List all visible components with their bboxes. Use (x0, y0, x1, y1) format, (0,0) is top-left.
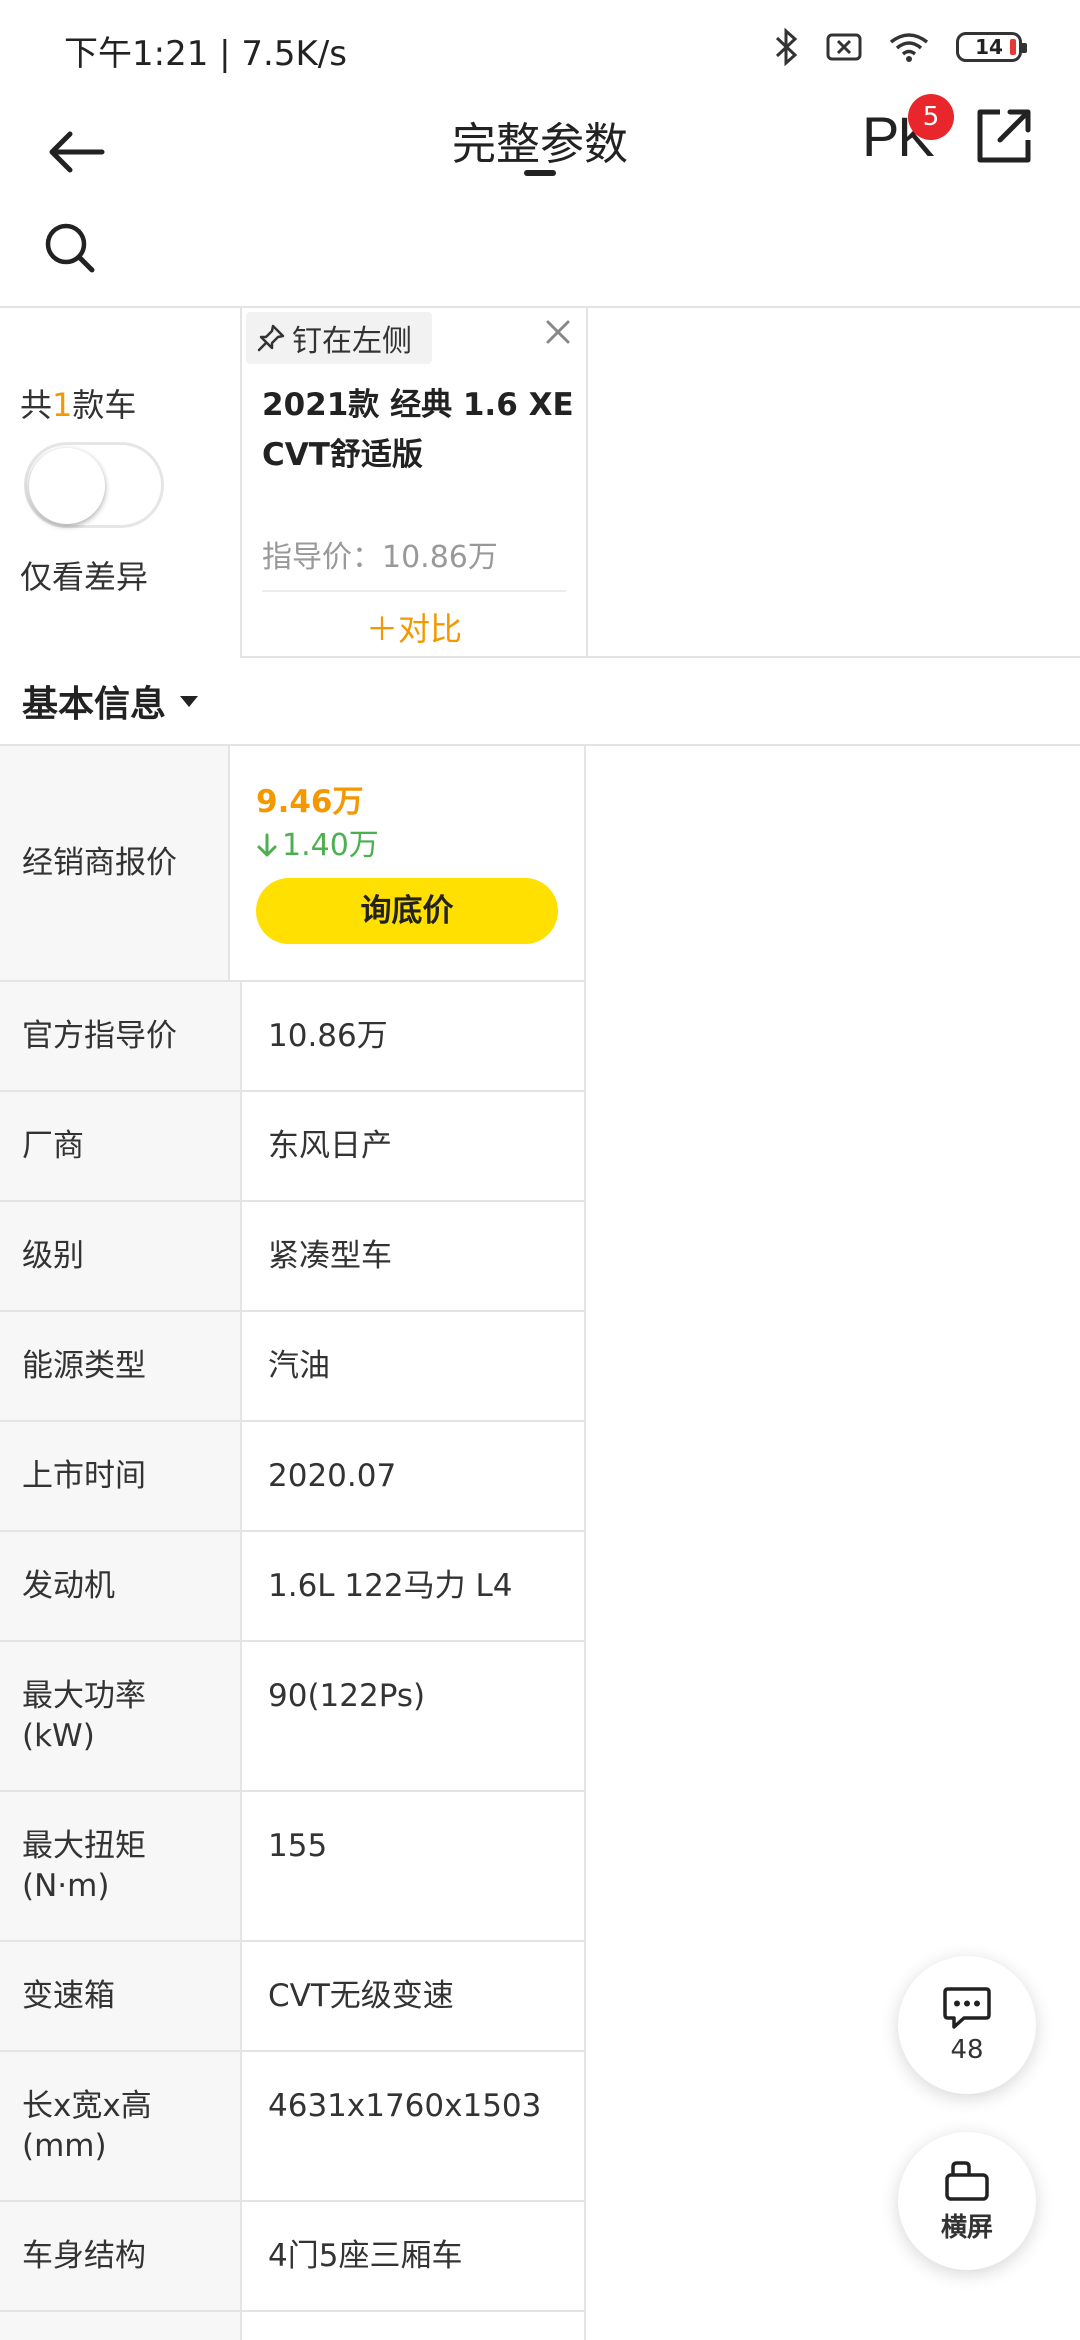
table-row: 官方指导价 10.86万 (0, 982, 586, 1092)
param-label: 官方指导价 (0, 982, 242, 1090)
param-label: 级别 (0, 1202, 242, 1310)
section-header-basic-info[interactable]: 基本信息 (0, 658, 1080, 746)
table-row: 上市时间 2020.07 (0, 1422, 586, 1532)
table-row: 车身结构 4门5座三厢车 (0, 2202, 586, 2312)
param-value: 90(122Ps) (242, 1642, 586, 1790)
table-row: 经销商报价 9.46万 1.40万 询底价 (0, 746, 586, 982)
table-row: 能源类型 汽油 (0, 1312, 586, 1422)
landscape-button[interactable]: 横屏 (898, 2132, 1036, 2270)
status-bar: 下午1:21 | 7.5K/s 14 (0, 0, 1080, 96)
pin-left-button[interactable]: 钉在左侧 (246, 312, 432, 364)
table-row (0, 2312, 586, 2340)
param-value: 2020.07 (242, 1422, 586, 1530)
param-label: 变速箱 (0, 1942, 242, 2050)
param-value: 1.6L 122马力 L4 (242, 1532, 586, 1640)
param-label: 发动机 (0, 1532, 242, 1640)
param-label: 厂商 (0, 1092, 242, 1200)
search-button[interactable] (40, 218, 104, 282)
param-label (0, 2312, 242, 2340)
param-value: 10.86万 (242, 982, 586, 1090)
chat-bubble-icon (943, 1987, 991, 2029)
diff-only-label: 仅看差异 (20, 558, 149, 596)
dealer-price: 9.46万 (256, 784, 364, 820)
param-value: 4门5座三厢车 (242, 2202, 586, 2310)
section-title: 基本信息 (22, 684, 167, 725)
param-label: 能源类型 (0, 1312, 242, 1420)
pk-button[interactable]: PK 5 (858, 94, 968, 190)
param-label: 车身结构 (0, 2202, 242, 2310)
param-value: 东风日产 (242, 1092, 586, 1200)
price-drop: 1.40万 (256, 826, 379, 866)
table-row: 长x宽x高(mm) 4631x1760x1503 (0, 2052, 586, 2202)
arrow-down-icon (257, 833, 277, 857)
compare-controls: 共1款车 仅看差异 (0, 308, 242, 658)
search-icon (45, 223, 95, 273)
table-row: 变速箱 CVT无级变速 (0, 1942, 586, 2052)
param-label: 长x宽x高(mm) (0, 2052, 242, 2200)
share-external-icon (977, 109, 1031, 163)
ask-lowest-price-button[interactable]: 询底价 (256, 878, 558, 944)
comments-button[interactable]: 48 (898, 1956, 1036, 2094)
param-value: 155 (242, 1792, 586, 1940)
add-compare-button[interactable]: ＋对比 (242, 604, 586, 650)
param-table: 经销商报价 9.46万 1.40万 询底价 官方指导价 10.86万 厂商 东风… (0, 746, 586, 2340)
compare-header: 共1款车 仅看差异 钉在左侧 2021款 经典 1.6 XE CVT舒适版 指导… (0, 306, 1080, 658)
comment-count: 48 (950, 2035, 984, 2065)
pin-left-label: 钉在左侧 (292, 324, 412, 359)
diff-only-toggle[interactable] (24, 442, 164, 528)
caret-down-icon (180, 695, 199, 707)
share-button[interactable] (972, 104, 1036, 168)
toggle-knob (29, 448, 105, 524)
table-row: 厂商 东风日产 (0, 1092, 586, 1202)
search-row (0, 206, 1080, 306)
status-icons: 14 (774, 28, 1027, 66)
param-value: 紧凑型车 (242, 1202, 586, 1310)
param-label: 经销商报价 (0, 746, 230, 980)
car-model-name[interactable]: 2021款 经典 1.6 XE CVT舒适版 (262, 380, 582, 480)
card-divider (262, 590, 566, 592)
bluetooth-icon (775, 28, 798, 66)
param-value: CVT无级变速 (242, 1942, 586, 2050)
nav-bar: 完整参数 PK 5 (0, 94, 1080, 216)
table-row: 最大扭矩(N·m) 155 (0, 1792, 586, 1942)
car-guide-price: 指导价：10.86万 (262, 540, 498, 575)
rotate-screen-icon (945, 2160, 989, 2201)
dealer-price-cell: 9.46万 1.40万 询底价 (230, 746, 586, 980)
total-car-count: 共1款车 (20, 386, 137, 424)
table-row: 级别 紧凑型车 (0, 1202, 586, 1312)
price-drop-amount: 1.40万 (282, 828, 379, 863)
battery-icon: 14 (956, 32, 1027, 62)
close-icon (546, 320, 570, 344)
param-label: 最大扭矩(N·m) (0, 1792, 242, 1940)
wifi-icon (889, 33, 929, 62)
landscape-label: 横屏 (940, 2212, 993, 2243)
table-row: 发动机 1.6L 122马力 L4 (0, 1532, 586, 1642)
battery-level: 14 (975, 35, 1003, 59)
title-indicator (524, 170, 556, 176)
remove-car-button[interactable] (538, 312, 578, 352)
param-value: 4631x1760x1503 (242, 2052, 586, 2200)
car-card: 钉在左侧 2021款 经典 1.6 XE CVT舒适版 指导价：10.86万 ＋… (242, 308, 588, 658)
param-value: 汽油 (242, 1312, 586, 1420)
table-row: 最大功率(kW) 90(122Ps) (0, 1642, 586, 1792)
param-label: 上市时间 (0, 1422, 242, 1530)
pin-icon (257, 324, 285, 352)
param-label: 最大功率(kW) (0, 1642, 242, 1790)
status-time-speed: 下午1:21 | 7.5K/s (64, 34, 347, 74)
sim-off-icon (826, 33, 862, 61)
pk-count-badge: 5 (908, 94, 954, 140)
param-value (242, 2312, 586, 2340)
